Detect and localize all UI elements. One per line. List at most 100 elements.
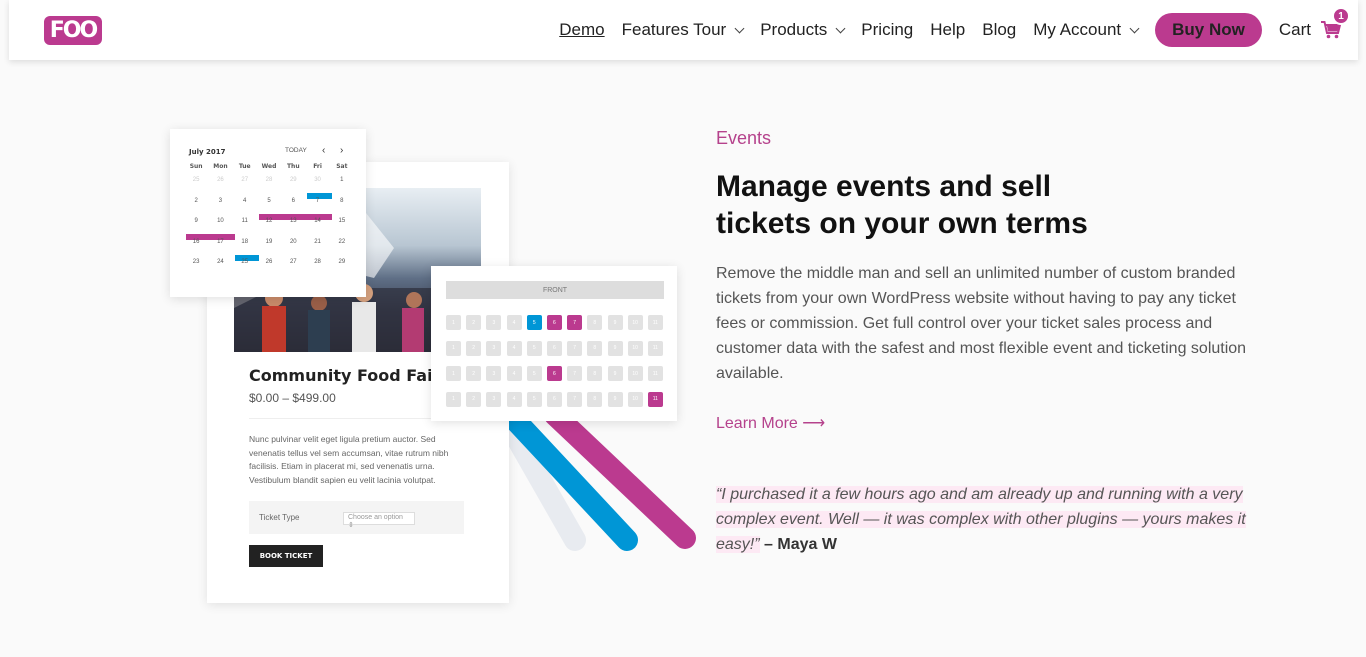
day-number: 9 [194, 218, 198, 224]
calendar-day[interactable]: 12 [257, 218, 281, 239]
seat[interactable]: 6 [546, 340, 562, 356]
calendar-day[interactable]: 29 [330, 259, 354, 280]
nav-help[interactable]: Help [930, 20, 965, 40]
seat[interactable]: 10 [627, 366, 643, 381]
calendar-day[interactable]: 24 [208, 259, 232, 280]
calendar-day[interactable]: 10 [208, 218, 235, 240]
seat[interactable]: 1 [446, 391, 461, 407]
seat[interactable]: 10 [627, 315, 643, 330]
calendar-day[interactable]: 28 [305, 259, 329, 280]
seat[interactable]: 8 [587, 340, 603, 356]
seat[interactable]: 6 [546, 366, 562, 381]
calendar-day[interactable]: 21 [305, 239, 329, 260]
seat[interactable]: 5 [526, 315, 542, 330]
calendar-day[interactable]: 25 [184, 177, 208, 198]
calendar-day[interactable]: 16 [184, 239, 208, 260]
calendar-day[interactable]: 26 [257, 259, 281, 280]
calendar-day[interactable]: 8 [330, 198, 354, 219]
seat[interactable]: 5 [526, 366, 542, 381]
nav-my-account[interactable]: My Account [1033, 20, 1140, 40]
nav-demo[interactable]: Demo [559, 20, 604, 40]
seat[interactable]: 2 [466, 340, 482, 356]
chevron-right-icon[interactable]: › [340, 145, 343, 156]
buy-now-button[interactable]: Buy Now [1155, 13, 1262, 47]
seat[interactable]: 8 [587, 391, 603, 407]
seat[interactable]: 11 [647, 366, 663, 381]
seat[interactable]: 10 [627, 340, 643, 356]
seat[interactable]: 8 [587, 315, 603, 330]
calendar-day[interactable]: 3 [208, 198, 232, 219]
calendar-day[interactable]: 27 [281, 259, 305, 280]
seat[interactable]: 4 [506, 366, 522, 381]
seat[interactable]: 7 [567, 391, 583, 407]
seat[interactable]: 5 [526, 391, 542, 407]
seat[interactable]: 5 [526, 340, 542, 356]
chevron-left-icon[interactable]: ‹ [322, 145, 325, 156]
calendar-day[interactable]: 23 [184, 259, 208, 280]
calendar-day[interactable]: 27 [233, 177, 257, 198]
calendar-day[interactable]: 6 [281, 198, 308, 220]
seat[interactable]: 2 [466, 391, 482, 407]
calendar-day[interactable]: 26 [208, 177, 232, 198]
seat[interactable]: 4 [506, 315, 522, 330]
seat[interactable]: 9 [607, 366, 623, 381]
calendar-day[interactable]: 28 [257, 177, 281, 198]
ticket-type-select[interactable]: Choose an option ⇕ [343, 512, 415, 529]
calendar-day[interactable]: 29 [281, 177, 305, 198]
calendar-day[interactable]: 22 [330, 239, 354, 260]
testimonial-author: – Maya W [759, 536, 837, 553]
seat[interactable]: 2 [466, 366, 482, 381]
calendar-today-button[interactable]: TODAY [285, 147, 307, 154]
seat-row: 1 2 3 4 5 6 7 8 9 10 11 [446, 340, 666, 367]
calendar-day[interactable]: 19 [257, 239, 281, 260]
calendar-day[interactable]: 5 [257, 198, 284, 220]
seat[interactable]: 11 [647, 315, 663, 330]
foo-logo[interactable]: FOO [44, 16, 102, 45]
calendar-day[interactable]: 14 [305, 218, 329, 239]
nav-pricing[interactable]: Pricing [861, 20, 913, 40]
seat[interactable]: 11 [647, 391, 663, 407]
calendar-day[interactable]: 13 [281, 218, 305, 239]
seat[interactable]: 3 [486, 366, 502, 381]
seat[interactable]: 1 [446, 366, 461, 381]
seat[interactable]: 10 [627, 391, 643, 407]
calendar-day[interactable]: 11 [233, 218, 257, 239]
seat[interactable]: 1 [446, 340, 461, 356]
learn-more-link[interactable]: Learn More ⟶ [716, 413, 825, 433]
calendar-day[interactable]: 4 [233, 198, 257, 219]
calendar-month: July 2017 [189, 148, 226, 156]
cart-link[interactable]: Cart 1 [1279, 7, 1350, 40]
calendar-day[interactable]: 25 [233, 259, 257, 280]
seat[interactable]: 6 [546, 391, 562, 407]
seat[interactable]: 2 [466, 315, 482, 330]
nav-features-tour[interactable]: Features Tour [622, 20, 745, 40]
calendar-day[interactable]: 2 [184, 198, 208, 219]
seat[interactable]: 3 [486, 340, 502, 356]
seat[interactable]: 9 [607, 340, 623, 356]
calendar-day[interactable]: 18 [233, 239, 259, 261]
seat[interactable]: 7 [567, 340, 583, 356]
seat[interactable]: 7 [567, 315, 583, 330]
seat[interactable]: 8 [587, 366, 603, 381]
seat[interactable]: 4 [506, 340, 522, 356]
seat[interactable]: 1 [446, 315, 461, 330]
calendar-day[interactable]: 17 [208, 239, 232, 260]
seat[interactable]: 3 [486, 391, 502, 407]
nav-products[interactable]: Products [760, 20, 846, 40]
seat[interactable]: 11 [647, 340, 663, 356]
seat[interactable]: 9 [607, 391, 623, 407]
calendar-day[interactable]: 15 [330, 218, 354, 239]
seat[interactable]: 4 [506, 391, 522, 407]
calendar-day[interactable]: 1 [330, 177, 354, 198]
seat[interactable]: 9 [607, 315, 623, 330]
seat[interactable]: 7 [567, 366, 583, 381]
book-ticket-button[interactable]: BOOK TICKET [249, 545, 323, 567]
seat[interactable]: 3 [486, 315, 502, 330]
calendar-day[interactable]: 20 [281, 239, 305, 260]
calendar-day[interactable]: 30 [305, 177, 332, 199]
seat[interactable]: 6 [546, 315, 562, 330]
calendar-day[interactable]: 7 [305, 198, 332, 220]
calendar-day[interactable]: 9 [184, 218, 211, 240]
nav-blog[interactable]: Blog [982, 20, 1016, 40]
cart-count-badge: 1 [1332, 7, 1350, 25]
